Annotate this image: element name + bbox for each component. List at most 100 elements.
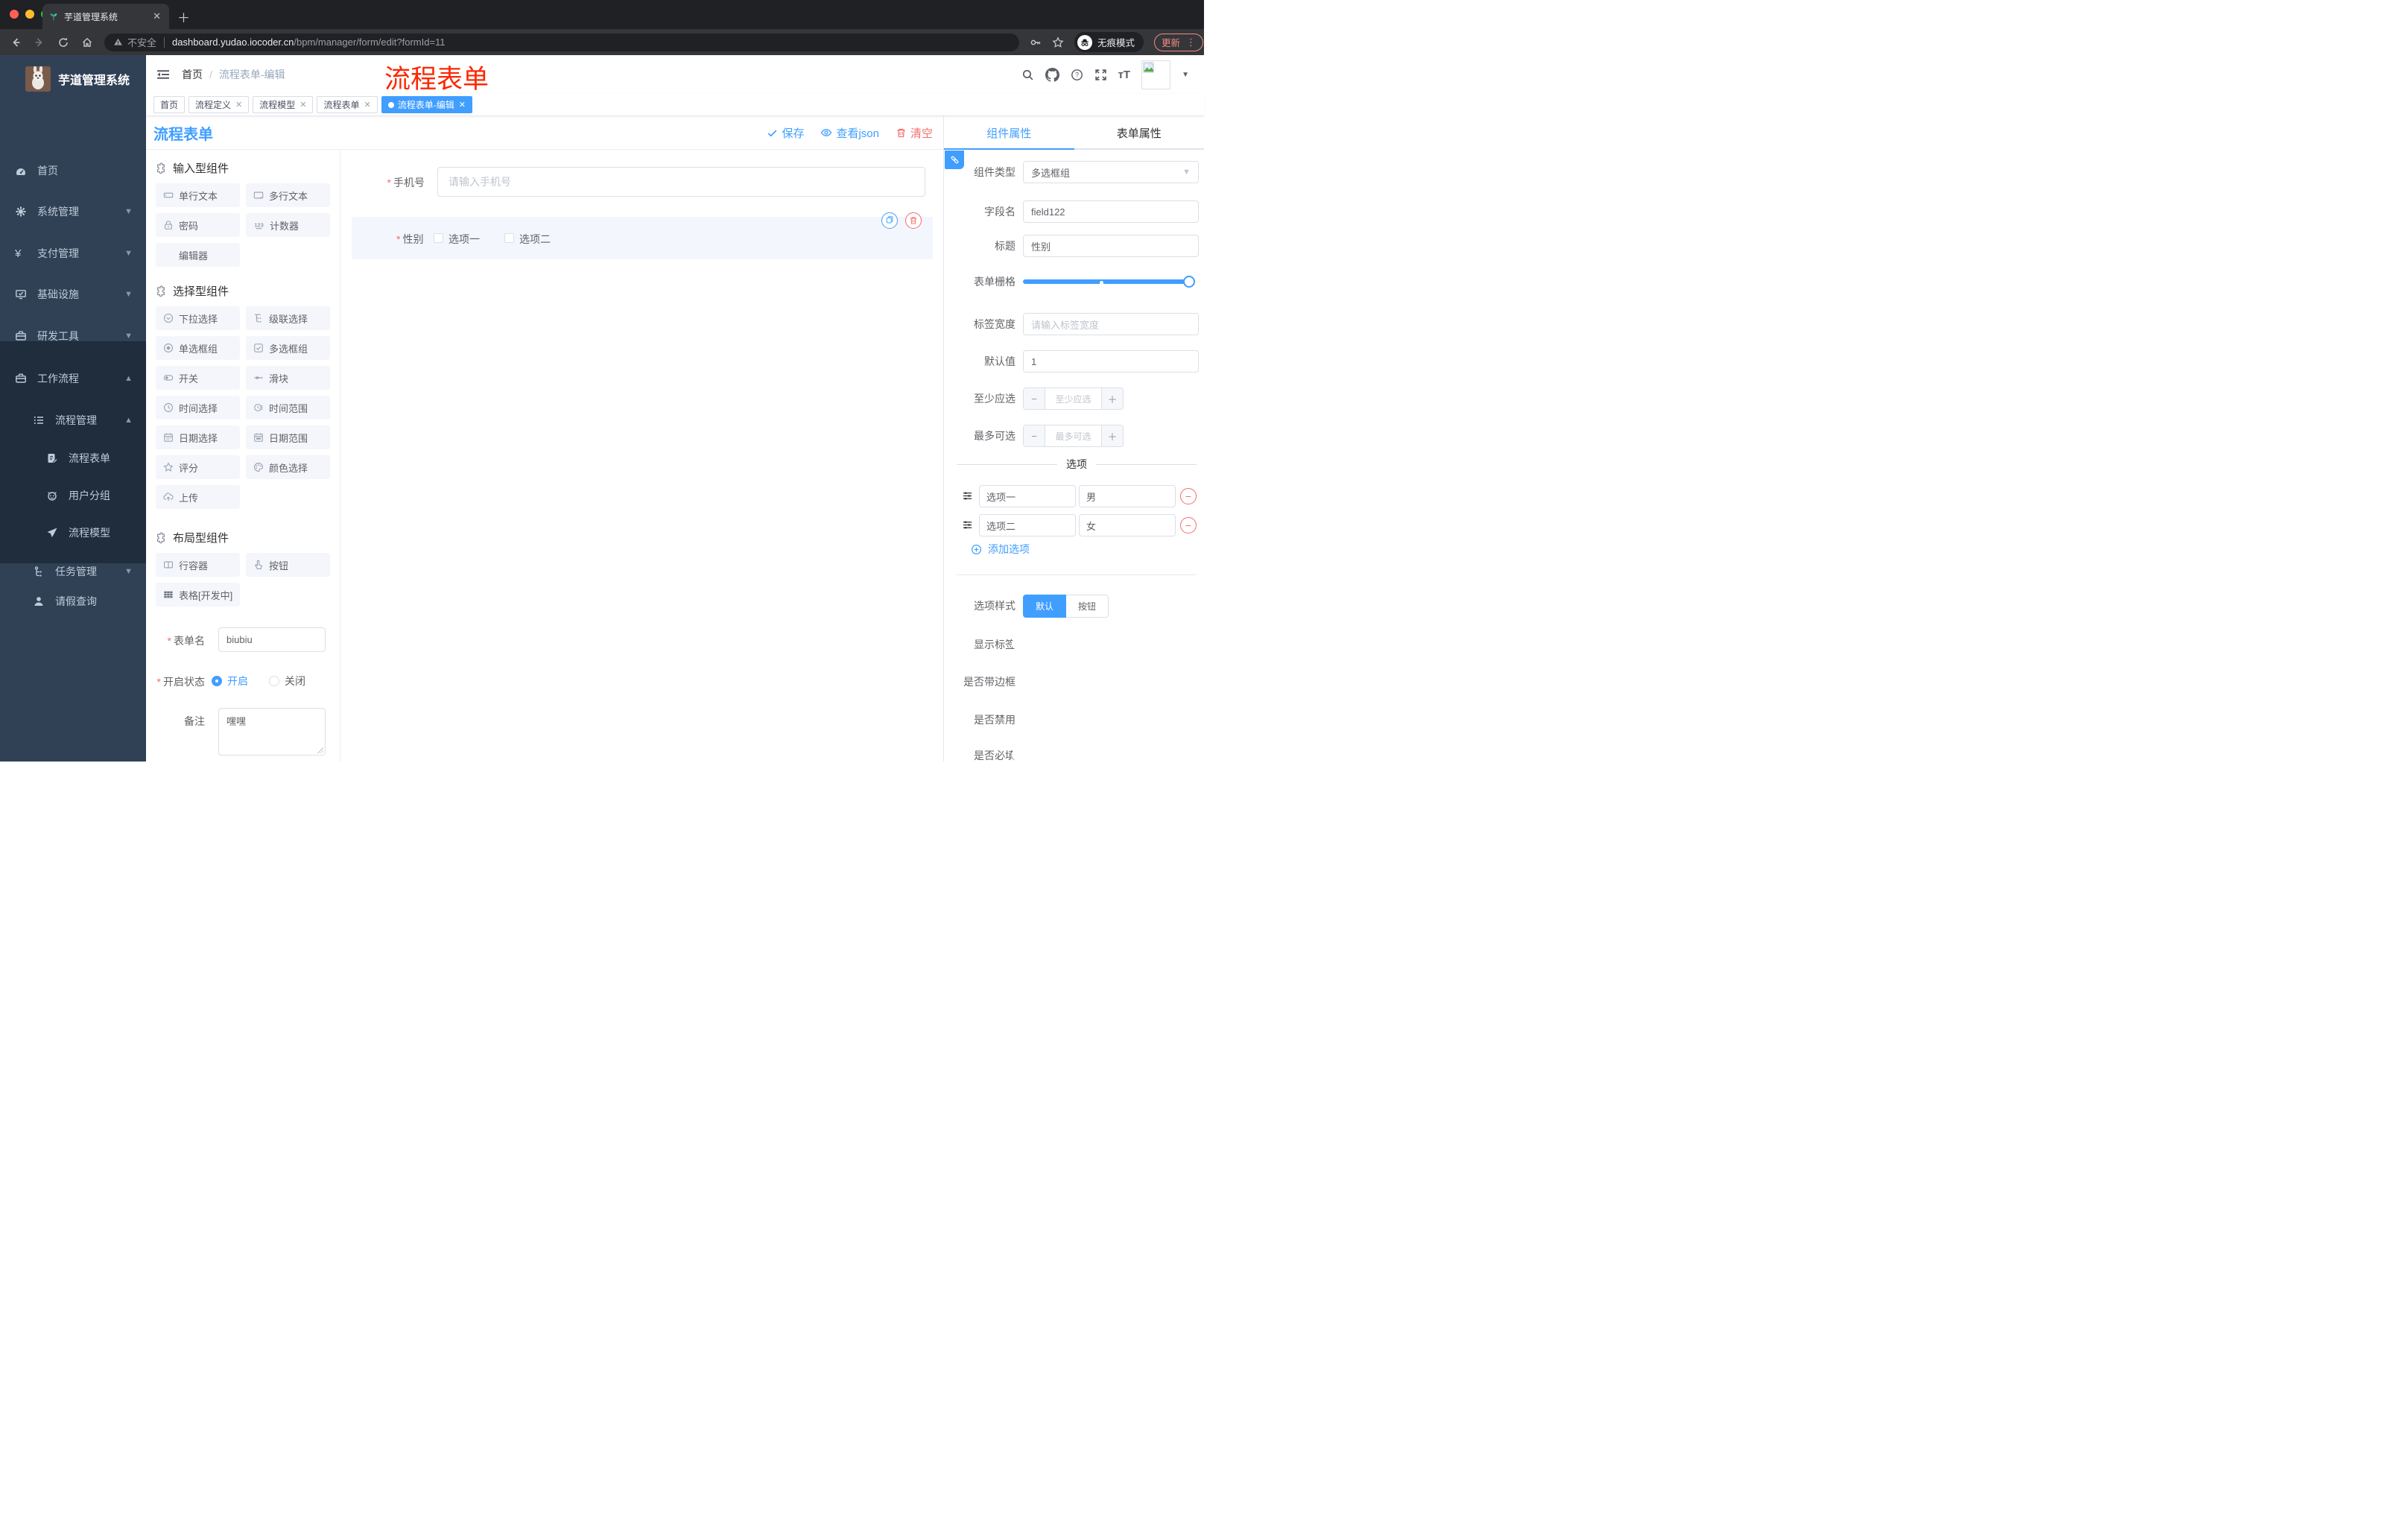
status-radio-off[interactable]: 关闭	[269, 674, 305, 688]
sidebar-item-devtools[interactable]: 研发工具 ▼	[0, 317, 146, 355]
palette-item-row-container[interactable]: 行容器	[156, 553, 240, 577]
title-input[interactable]: 性别	[1023, 235, 1199, 257]
remove-option-button[interactable]: −	[1180, 517, 1197, 533]
tab-component-props[interactable]: 组件属性	[944, 116, 1074, 150]
tag-process-form[interactable]: 流程表单 ✕	[317, 96, 378, 113]
tab-form-props[interactable]: 表单属性	[1074, 116, 1205, 150]
slider-track[interactable]	[1023, 279, 1189, 284]
selected-component-gender[interactable]: * 性别 选项一 选项二	[352, 217, 933, 259]
palette-item-counter[interactable]: 计数器	[246, 213, 330, 237]
palette-item-textarea[interactable]: 多行文本	[246, 183, 330, 207]
sidebar-item-process-form[interactable]: 流程表单	[0, 440, 146, 477]
tag-close-icon[interactable]: ✕	[459, 100, 466, 110]
style-default-button[interactable]: 默认	[1023, 595, 1066, 618]
palette-item-single-text[interactable]: 单行文本	[156, 183, 240, 207]
bookmark-star-icon[interactable]	[1052, 37, 1064, 48]
slider-handle[interactable]	[1183, 276, 1195, 288]
option-2-label-input[interactable]: 选项二	[979, 514, 1076, 536]
tag-close-icon[interactable]: ✕	[235, 100, 242, 110]
view-json-button[interactable]: 查看json	[820, 125, 879, 141]
tag-close-icon[interactable]: ✕	[300, 100, 306, 110]
form-remark-textarea[interactable]: 嘿嘿	[218, 708, 326, 756]
minimize-window-button[interactable]	[25, 10, 34, 19]
minus-icon[interactable]: −	[1024, 425, 1045, 446]
form-name-input[interactable]: biubiu	[218, 627, 326, 652]
form-canvas[interactable]: * 手机号 请输入手机号 * 性别 选项一 选项二	[340, 150, 943, 762]
sidebar-item-payment[interactable]: ¥ 支付管理 ▼	[0, 235, 146, 272]
tag-process-form-edit[interactable]: 流程表单-编辑 ✕	[381, 96, 472, 113]
palette-item-color-picker[interactable]: 颜色选择	[246, 455, 330, 479]
browser-menu-icon[interactable]: ⋮	[1186, 37, 1196, 48]
sidebar-item-system[interactable]: 系统管理 ▼	[0, 193, 146, 230]
palette-item-editor[interactable]: 编辑器	[156, 243, 240, 267]
address-bar[interactable]: 不安全 dashboard.yudao.iocoder.cn/bpm/manag…	[104, 33, 1019, 51]
avatar-caret-icon[interactable]: ▼	[1182, 71, 1189, 79]
sidebar-item-process-mgmt[interactable]: 流程管理 ▲	[0, 402, 146, 439]
drag-handle-icon[interactable]	[962, 519, 973, 531]
tag-home[interactable]: 首页	[153, 96, 186, 113]
reload-icon[interactable]	[55, 37, 72, 48]
gender-checkbox-2[interactable]	[504, 233, 514, 243]
palette-item-password[interactable]: 密码	[156, 213, 240, 237]
tag-close-icon[interactable]: ✕	[364, 100, 371, 110]
form-grid-slider[interactable]	[1023, 270, 1195, 293]
palette-item-checkbox-group[interactable]: 多选框组	[246, 336, 330, 360]
security-label[interactable]: 不安全	[127, 35, 156, 49]
sidebar-collapse-icon[interactable]	[156, 69, 170, 80]
option-1-label-input[interactable]: 选项一	[979, 485, 1076, 507]
palette-item-select[interactable]: 下拉选择	[156, 306, 240, 330]
back-icon[interactable]	[7, 37, 24, 48]
close-window-button[interactable]	[10, 10, 19, 19]
sidebar-item-process-model[interactable]: 流程模型	[0, 514, 146, 551]
option-1-value-input[interactable]: 男	[1079, 485, 1176, 507]
avatar[interactable]	[1141, 60, 1171, 89]
sidebar-item-home[interactable]: 首页	[0, 152, 146, 189]
max-select-stepper[interactable]: − 最多可选 ＋	[1023, 425, 1124, 447]
sidebar-item-leave-query[interactable]: 请假查询	[0, 583, 146, 620]
plus-icon[interactable]: ＋	[1102, 388, 1123, 409]
key-icon[interactable]	[1030, 37, 1042, 48]
gender-checkbox-1[interactable]	[434, 233, 443, 243]
phone-field-input[interactable]: 请输入手机号	[437, 167, 925, 197]
tag-process-definition[interactable]: 流程定义 ✕	[188, 96, 250, 113]
add-option-button[interactable]: 添加选项	[971, 542, 1030, 557]
palette-item-switch[interactable]: 开关	[156, 366, 240, 390]
palette-item-upload[interactable]: 上传	[156, 485, 240, 509]
palette-item-slider[interactable]: 滑块	[246, 366, 330, 390]
component-type-select[interactable]: 多选框组 ▼	[1023, 161, 1199, 183]
default-value-input[interactable]: 1	[1023, 350, 1199, 373]
new-tab-button[interactable]: ＋	[177, 7, 190, 26]
textarea-resize-handle[interactable]	[317, 747, 323, 753]
browser-tab[interactable]: 芋道管理系统 ✕	[42, 4, 169, 29]
palette-item-rate[interactable]: 评分	[156, 455, 240, 479]
palette-item-radio-group[interactable]: 单选框组	[156, 336, 240, 360]
fullscreen-icon[interactable]	[1094, 69, 1107, 81]
delete-component-button[interactable]	[905, 212, 922, 229]
tab-close-icon[interactable]: ✕	[150, 10, 163, 22]
status-radio-on[interactable]: 开启	[212, 674, 248, 688]
field-name-input[interactable]: field122	[1023, 200, 1199, 223]
palette-item-time-picker[interactable]: 时间选择	[156, 396, 240, 419]
clear-button[interactable]: 清空	[896, 125, 933, 141]
browser-update-button[interactable]: 更新 ⋮	[1154, 33, 1204, 51]
style-button-button[interactable]: 按钮	[1066, 595, 1109, 618]
sidebar-item-infra[interactable]: 基础设施 ▼	[0, 276, 146, 313]
breadcrumb-home[interactable]: 首页	[182, 67, 203, 82]
forward-icon[interactable]	[31, 37, 48, 48]
minus-icon[interactable]: −	[1024, 388, 1045, 409]
plus-icon[interactable]: ＋	[1102, 425, 1123, 446]
label-width-input[interactable]: 请输入标签宽度	[1023, 313, 1199, 335]
link-tag[interactable]	[945, 151, 964, 169]
palette-item-table[interactable]: 表格[开发中]	[156, 583, 240, 607]
palette-item-button[interactable]: 按钮	[246, 553, 330, 577]
copy-component-button[interactable]	[881, 212, 898, 229]
remove-option-button[interactable]: −	[1180, 488, 1197, 504]
palette-item-date-picker[interactable]: 日期选择	[156, 425, 240, 449]
home-icon[interactable]	[79, 37, 95, 48]
help-icon[interactable]	[1071, 69, 1083, 81]
save-button[interactable]: 保存	[767, 125, 804, 141]
sidebar-item-user-group[interactable]: 用户分组	[0, 477, 146, 514]
font-size-icon[interactable]: ᴛT	[1118, 69, 1131, 81]
sidebar-item-workflow[interactable]: 工作流程 ▲	[0, 360, 146, 397]
palette-item-date-range[interactable]: 日期范围	[246, 425, 330, 449]
